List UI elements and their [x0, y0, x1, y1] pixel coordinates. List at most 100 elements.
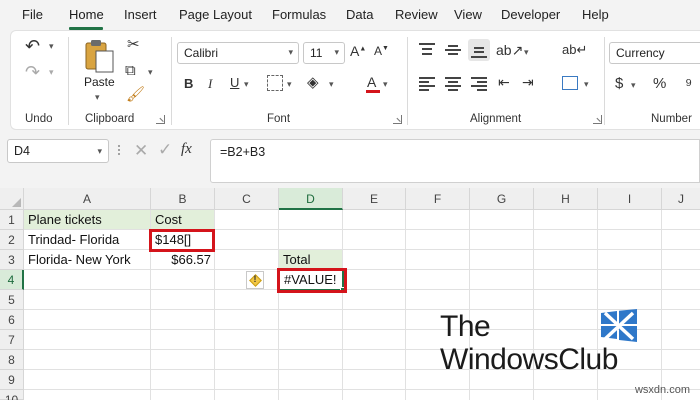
fill-color-dropdown-icon[interactable]: ▾ — [329, 80, 334, 89]
borders-icon[interactable] — [267, 75, 283, 91]
cell-d3[interactable]: Total — [279, 250, 314, 270]
cell-a1[interactable]: Plane tickets — [24, 210, 106, 230]
paste-dropdown-icon[interactable]: ▾ — [95, 93, 100, 102]
windowsclub-logo-icon — [601, 309, 637, 342]
copy-icon[interactable]: ⧉ — [125, 63, 136, 78]
font-color-icon[interactable]: A — [366, 74, 380, 94]
row-header-10[interactable]: 10 — [0, 390, 24, 400]
row-header-9[interactable]: 9 — [0, 370, 24, 390]
error-indicator-button[interactable]: ! — [246, 271, 264, 289]
comma-style-icon[interactable]: ⁹ — [685, 76, 692, 93]
column-header-b[interactable]: B — [151, 188, 215, 210]
merge-center-icon[interactable] — [562, 76, 578, 90]
menu-file[interactable]: File — [22, 7, 43, 22]
menu-help[interactable]: Help — [582, 7, 609, 22]
enter-icon[interactable]: ✓ — [158, 140, 172, 160]
clipboard-launcher-icon[interactable] — [156, 115, 165, 124]
group-separator — [407, 37, 408, 125]
row-header-1[interactable]: 1 — [0, 210, 24, 230]
cell-a3[interactable]: Florida- New York — [24, 250, 135, 270]
menu-review[interactable]: Review — [395, 7, 438, 22]
paste-button[interactable]: Paste — [84, 75, 115, 89]
menu-formulas[interactable]: Formulas — [272, 7, 326, 22]
underline-dropdown-icon[interactable]: ▾ — [244, 80, 249, 89]
chevron-down-icon: ▾ — [334, 47, 339, 57]
column-header-c[interactable]: C — [215, 188, 279, 210]
group-label-font: Font — [267, 113, 291, 125]
menu-view[interactable]: View — [454, 7, 482, 22]
font-name-select[interactable]: Calibri ▾ — [177, 42, 299, 64]
ribbon-panel: ↶ ▾ ↷ ▾ Undo Paste ▾ ✂ ⧉ ▾ 🖌 Clipboard C… — [10, 30, 700, 130]
bottom-align-icon — [471, 43, 487, 58]
percent-style-icon[interactable]: % — [653, 76, 666, 91]
number-format-select[interactable]: Currency — [609, 42, 700, 64]
font-color-dropdown-icon[interactable]: ▾ — [383, 80, 388, 89]
increase-indent-icon[interactable]: ⇥ — [522, 75, 534, 89]
align-left-icon[interactable] — [419, 77, 435, 91]
wrap-text-icon[interactable]: ab↵ — [562, 43, 587, 56]
undo-dropdown-icon[interactable]: ▾ — [49, 42, 54, 51]
cut-icon[interactable]: ✂ — [127, 37, 140, 52]
italic-icon[interactable]: I — [208, 77, 212, 90]
column-header-f[interactable]: F — [406, 188, 470, 210]
redo-dropdown-icon[interactable]: ▾ — [49, 68, 54, 77]
increase-font-size-icon[interactable]: A▲ — [350, 44, 366, 58]
menu-developer[interactable]: Developer — [501, 7, 560, 22]
cell-b3[interactable]: $66.57 — [151, 250, 215, 270]
column-header-i[interactable]: I — [598, 188, 662, 210]
paste-icon[interactable] — [83, 37, 117, 75]
accounting-format-icon[interactable]: $ — [615, 76, 623, 91]
column-header-h[interactable]: H — [534, 188, 598, 210]
formula-bar: D4 ▾ ✕ ✓ fx =B2+B3 — [0, 130, 700, 188]
borders-dropdown-icon[interactable]: ▾ — [287, 80, 292, 89]
column-header-d[interactable]: D — [279, 188, 343, 210]
alignment-launcher-icon[interactable] — [593, 115, 602, 124]
orientation-dropdown-icon[interactable]: ▾ — [524, 48, 529, 57]
format-painter-icon[interactable]: 🖌 — [126, 87, 145, 102]
middle-align-icon[interactable] — [445, 43, 461, 57]
column-header-e[interactable]: E — [343, 188, 406, 210]
column-header-j[interactable]: J — [662, 188, 700, 210]
cell-a2[interactable]: Trindad- Florida — [24, 230, 123, 250]
insert-function-button[interactable]: fx — [181, 141, 192, 158]
undo-icon[interactable]: ↶ — [25, 37, 40, 55]
accounting-dropdown-icon[interactable]: ▾ — [631, 81, 636, 90]
underline-icon[interactable]: U — [230, 76, 239, 89]
merge-dropdown-icon[interactable]: ▾ — [584, 80, 589, 89]
watermark-line1: The — [440, 310, 491, 343]
fill-color-icon[interactable]: ◈ — [307, 75, 319, 90]
cancel-icon[interactable]: ✕ — [134, 141, 148, 161]
bottom-align-button[interactable] — [468, 39, 490, 61]
font-launcher-icon[interactable] — [393, 115, 402, 124]
formula-bar-grip-icon[interactable] — [118, 145, 121, 157]
orientation-icon[interactable]: ab↗ — [496, 43, 523, 57]
row-header-8[interactable]: 8 — [0, 350, 24, 370]
redo-icon[interactable]: ↷ — [25, 63, 40, 81]
row-header-4[interactable]: 4 — [0, 270, 24, 290]
group-label-undo: Undo — [25, 113, 53, 125]
name-box[interactable]: D4 ▾ — [7, 139, 109, 163]
column-header-g[interactable]: G — [470, 188, 534, 210]
formula-input[interactable]: =B2+B3 — [210, 139, 700, 183]
column-header-a[interactable]: A — [24, 188, 151, 210]
cell-b1[interactable]: Cost — [151, 210, 186, 230]
row-header-7[interactable]: 7 — [0, 330, 24, 350]
decrease-indent-icon[interactable]: ⇤ — [498, 75, 510, 89]
grid-line — [24, 329, 700, 330]
row-header-5[interactable]: 5 — [0, 290, 24, 310]
bold-icon[interactable]: B — [184, 77, 193, 90]
font-size-select[interactable]: 11 ▾ — [303, 42, 345, 64]
copy-dropdown-icon[interactable]: ▾ — [148, 68, 153, 77]
row-header-3[interactable]: 3 — [0, 250, 24, 270]
menu-page-layout[interactable]: Page Layout — [179, 7, 252, 22]
menu-data[interactable]: Data — [346, 7, 373, 22]
menu-insert[interactable]: Insert — [124, 7, 157, 22]
align-center-icon[interactable] — [445, 77, 461, 91]
align-right-icon[interactable] — [471, 77, 487, 91]
row-header-6[interactable]: 6 — [0, 310, 24, 330]
menu-home[interactable]: Home — [69, 7, 104, 22]
top-align-icon[interactable] — [419, 43, 435, 57]
select-all-button[interactable] — [0, 188, 24, 210]
row-header-2[interactable]: 2 — [0, 230, 24, 250]
decrease-font-size-icon[interactable]: A▼ — [374, 45, 389, 57]
